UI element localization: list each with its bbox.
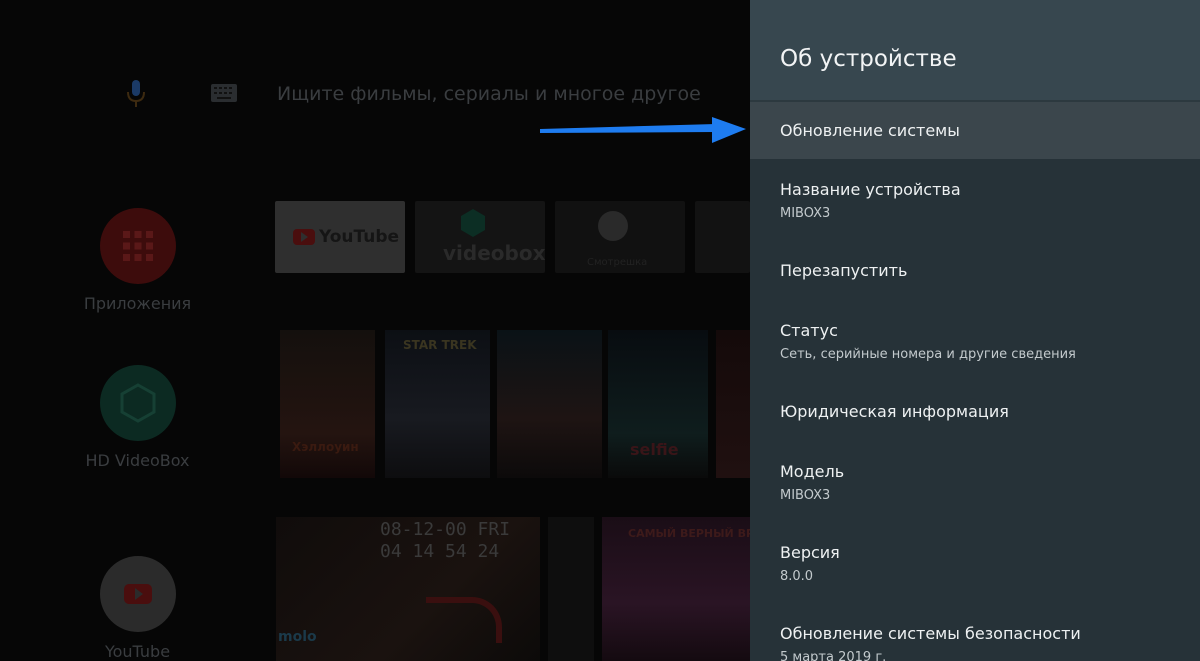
annotation-arrow-icon xyxy=(540,117,746,143)
youtube-icon xyxy=(99,556,176,632)
apps-launcher-button[interactable]: Приложения xyxy=(60,208,215,313)
hd-videobox-icon xyxy=(99,365,176,441)
menu-item-subtitle: MIBOX3 xyxy=(780,206,831,221)
video-card-partial[interactable] xyxy=(548,517,594,661)
movie-poster-halloween[interactable]: Хэллоуин xyxy=(280,330,375,478)
microphone-icon[interactable] xyxy=(126,80,146,108)
panel-title: Об устройстве xyxy=(780,46,957,72)
curved-arrow-icon xyxy=(426,597,502,643)
video-card-title: САМЫЙ ВЕРНЫЙ ВРАГ xyxy=(628,527,750,540)
menu-item-device-name[interactable]: Название устройства MIBOX3 xyxy=(750,167,1200,237)
smotreshka-tile-label: Смотрешка xyxy=(587,257,648,268)
menu-item-title: Юридическая информация xyxy=(780,402,1009,421)
hd-videobox-app-button[interactable]: HD VideoBox xyxy=(60,365,215,470)
video-card-timestamp[interactable]: 08-12-00 FRI 04 14 54 24 molo xyxy=(276,517,540,661)
menu-item-subtitle: 8.0.0 xyxy=(780,569,814,584)
video-card-movie[interactable]: САМЫЙ ВЕРНЫЙ ВРАГ xyxy=(602,517,750,661)
apps-label: Приложения xyxy=(83,294,192,313)
menu-item-status[interactable]: Статус Сеть, серийные номера и другие св… xyxy=(750,308,1200,378)
menu-item-title: Название устройства xyxy=(780,180,961,199)
apps-grid-icon xyxy=(99,208,176,284)
menu-item-security-update[interactable]: Обновление системы безопасности 5 марта … xyxy=(750,611,1200,661)
hd-videobox-label: HD VideoBox xyxy=(85,451,190,470)
menu-item-restart[interactable]: Перезапустить xyxy=(750,248,1200,298)
molo-badge: molo xyxy=(278,629,317,645)
poster-title: STAR TREK xyxy=(403,338,477,352)
menu-item-model[interactable]: Модель MIBOX3 xyxy=(750,449,1200,519)
smotreshka-tile[interactable]: Смотрешка xyxy=(555,201,685,273)
menu-item-title: Модель xyxy=(780,462,845,481)
panel-header: Об устройстве xyxy=(750,0,1200,102)
youtube-tile-label: YouTube xyxy=(319,227,400,247)
youtube-label: YouTube xyxy=(104,642,171,661)
timestamp-date: 08-12-00 FRI xyxy=(380,519,511,540)
timestamp-time: 04 14 54 24 xyxy=(380,541,500,562)
youtube-app-button[interactable]: YouTube xyxy=(60,556,215,661)
app-tile-partial[interactable] xyxy=(695,201,750,273)
menu-item-title: Версия xyxy=(780,543,840,562)
menu-item-legal-info[interactable]: Юридическая информация xyxy=(750,389,1200,439)
launcher-background: Ищите фильмы, сериалы и многое другое Пр… xyxy=(0,0,750,661)
menu-item-system-update[interactable]: Обновление системы xyxy=(750,102,1200,159)
menu-item-subtitle: MIBOX3 xyxy=(780,488,831,503)
search-placeholder[interactable]: Ищите фильмы, сериалы и многое другое xyxy=(277,83,701,105)
poster-title: selfie xyxy=(630,440,679,459)
movie-poster-selfie[interactable]: selfie xyxy=(608,330,708,478)
movie-poster-star-trek[interactable]: STAR TREK xyxy=(385,330,490,478)
keyboard-icon[interactable] xyxy=(211,84,237,102)
menu-item-subtitle: 5 марта 2019 г. xyxy=(780,650,887,661)
movie-poster-partial[interactable] xyxy=(716,330,750,478)
menu-item-version[interactable]: Версия 8.0.0 xyxy=(750,530,1200,600)
about-device-panel: Об устройстве Обновление системы Названи… xyxy=(750,0,1200,661)
smotreshka-logo-icon xyxy=(598,211,628,241)
menu-item-title: Обновление системы xyxy=(780,121,960,140)
menu-item-title: Перезапустить xyxy=(780,261,908,280)
videobox-tile[interactable]: videobox xyxy=(415,201,545,273)
menu-item-subtitle: Сеть, серийные номера и другие сведения xyxy=(780,347,1076,362)
videobox-tile-label: videobox xyxy=(443,241,545,265)
youtube-tile[interactable]: YouTube xyxy=(275,201,405,273)
menu-item-title: Обновление системы безопасности xyxy=(780,624,1081,643)
menu-item-title: Статус xyxy=(780,321,838,340)
poster-title: Хэллоуин xyxy=(292,440,359,454)
movie-poster-horror[interactable] xyxy=(497,330,602,478)
